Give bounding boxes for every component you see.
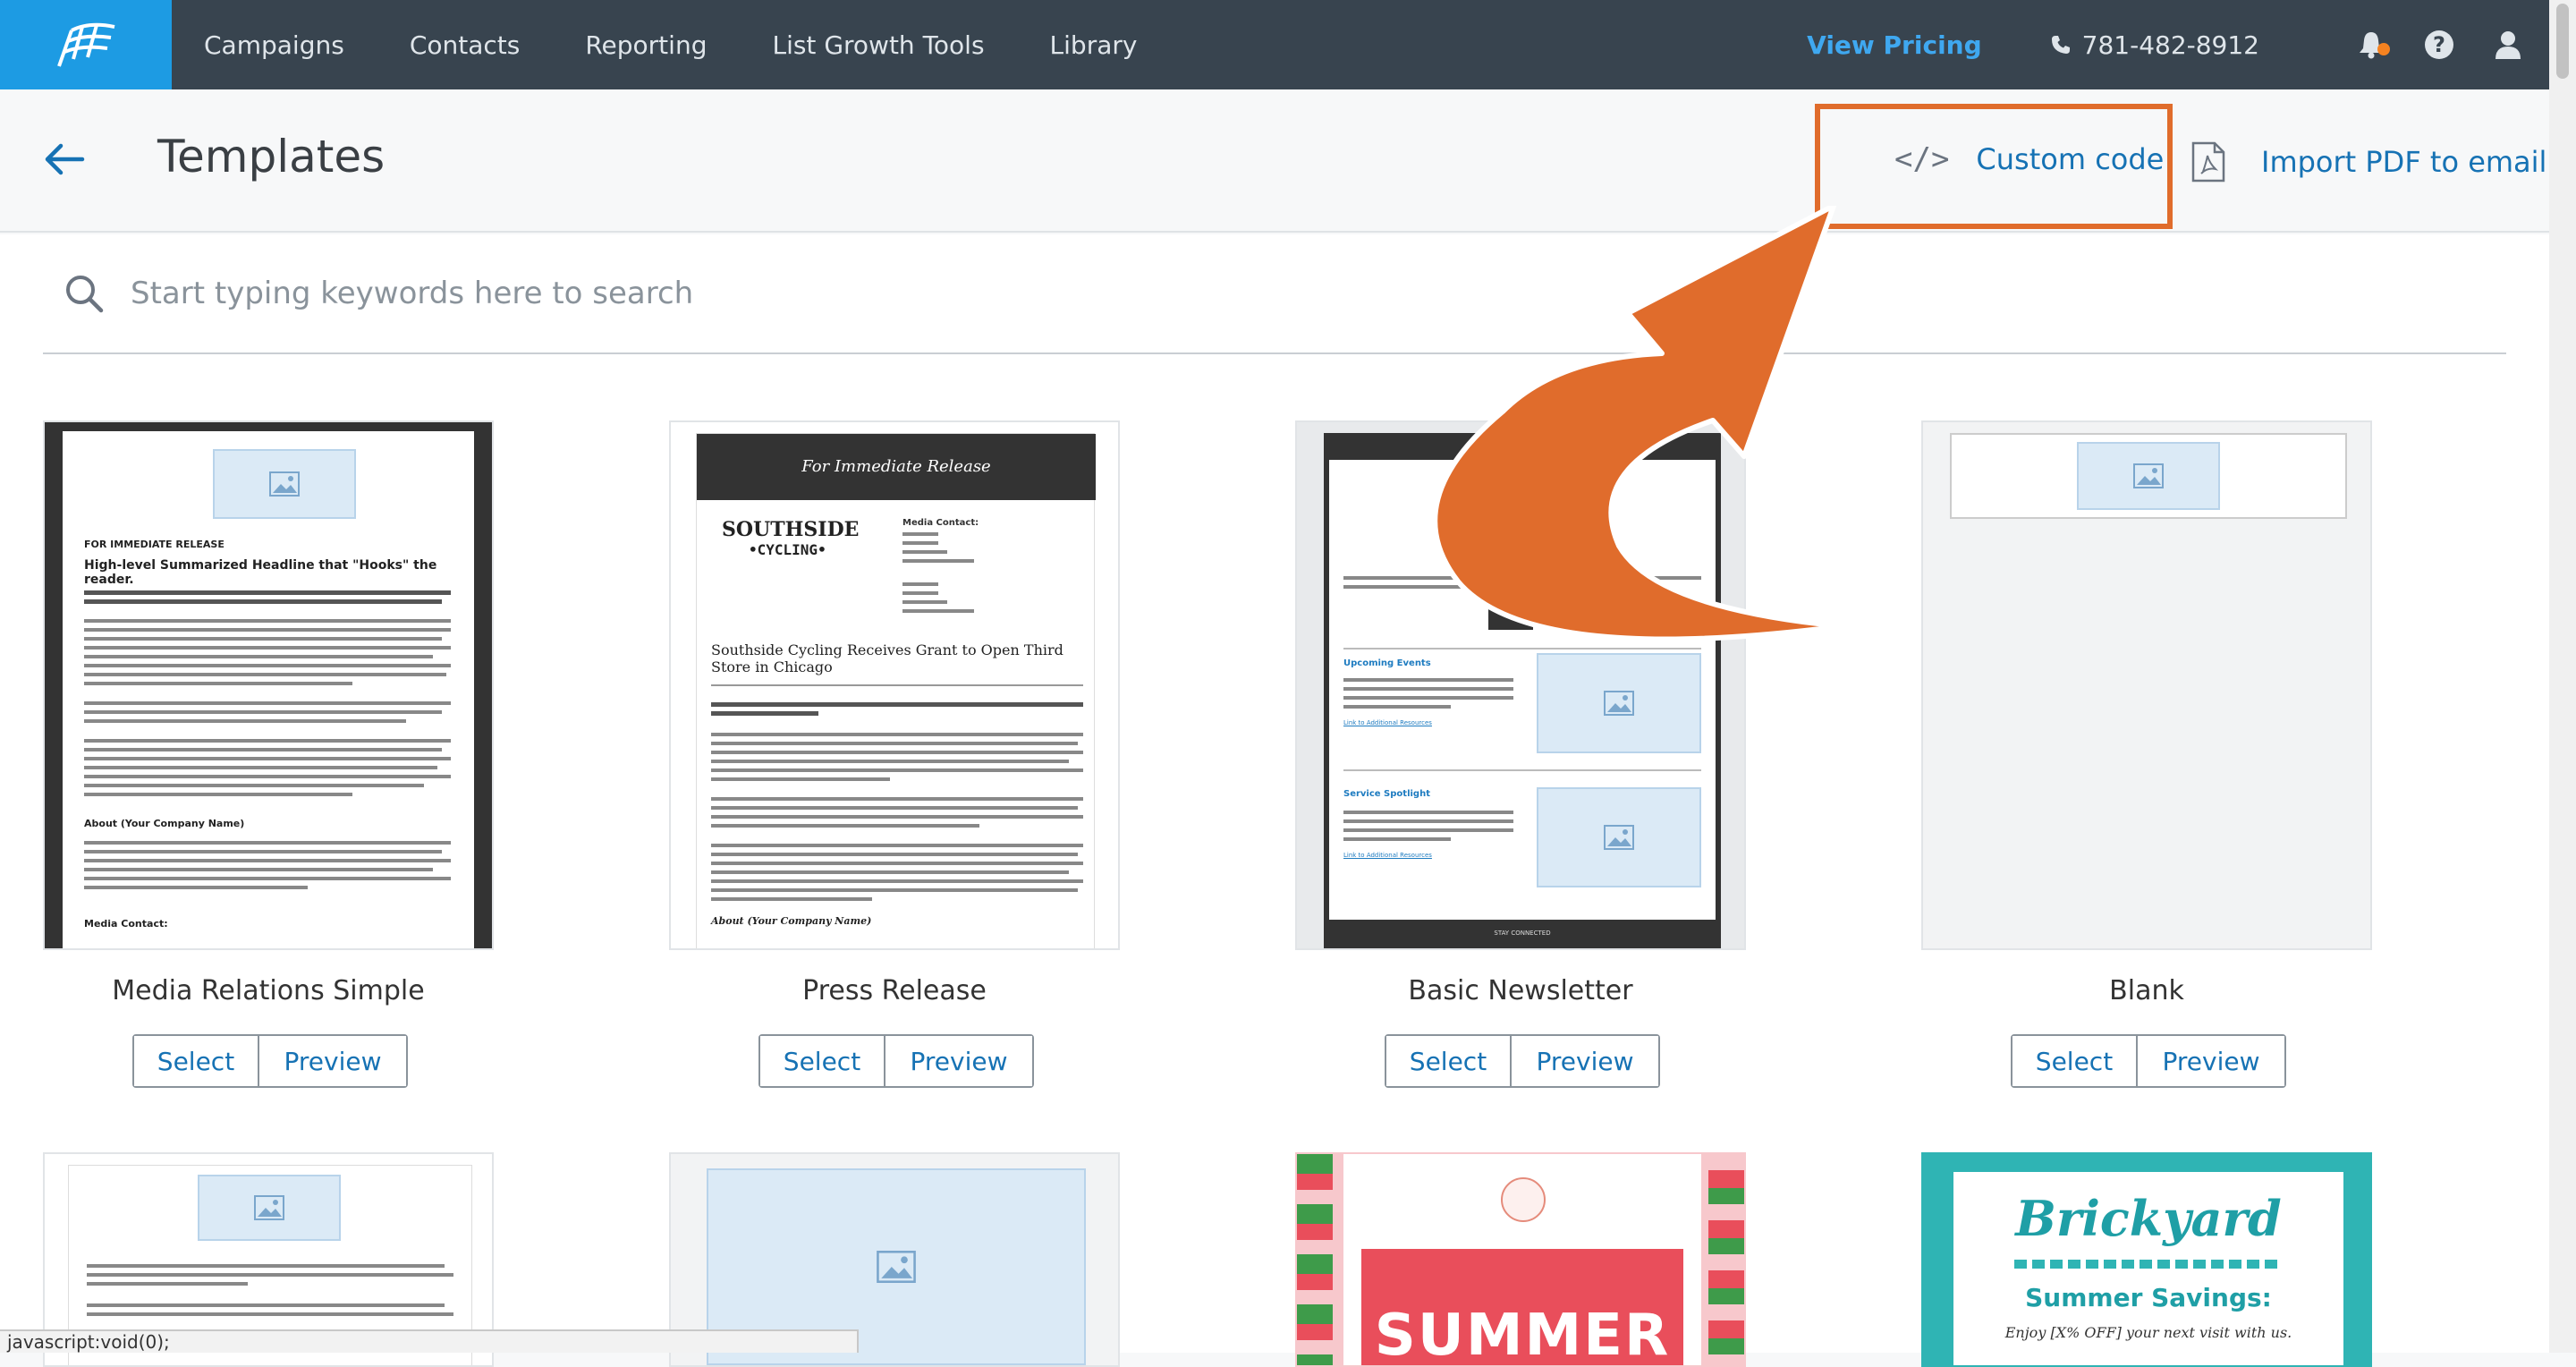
- upcoming-events-heading: Upcoming Events: [1343, 658, 1431, 668]
- phone-icon: [2051, 36, 2070, 54]
- scrollbar-thumb[interactable]: [2556, 4, 2569, 79]
- template-card-blank: Blank Select Preview: [1921, 420, 2372, 1100]
- select-button[interactable]: Select: [760, 1036, 886, 1086]
- service-spotlight-heading: Service Spotlight: [1343, 789, 1430, 799]
- svg-text:?: ?: [2433, 32, 2445, 57]
- template-actions: Select Preview: [758, 1034, 1034, 1088]
- image-placeholder-icon: [1537, 787, 1701, 887]
- back-button[interactable]: [43, 141, 86, 181]
- template-thumbnail[interactable]: FOR IMMEDIATE RELEASE High-level Summari…: [43, 420, 494, 950]
- nav-contacts[interactable]: Contacts: [410, 30, 521, 60]
- image-placeholder-icon: [213, 449, 356, 519]
- template-name: Basic Newsletter: [1408, 975, 1633, 1006]
- summer-badge-icon: [1501, 1177, 1546, 1222]
- nav-reporting[interactable]: Reporting: [585, 30, 707, 60]
- notification-dot: [2377, 43, 2390, 55]
- account-button[interactable]: [2494, 30, 2522, 60]
- brickyard-subtitle: Enjoy [X% OFF] your next visit with us.: [2004, 1324, 2292, 1341]
- nav-campaigns[interactable]: Campaigns: [204, 30, 344, 60]
- arrow-left-icon: [45, 143, 85, 175]
- resources-link: Link to Additional Resources: [1343, 852, 1432, 859]
- browser-status-bar: javascript:void(0);: [0, 1329, 859, 1353]
- help-button[interactable]: ?: [2424, 30, 2454, 60]
- press-brand-name: SOUTHSIDE: [722, 518, 860, 541]
- brickyard-title: Summer Savings:: [2025, 1283, 2272, 1312]
- top-navigation: Campaigns Contacts Reporting List Growth…: [0, 0, 2576, 89]
- resources-link: Link to Additional Resources: [1343, 719, 1432, 726]
- notifications-button[interactable]: [2358, 30, 2390, 59]
- custom-code-label: Custom code: [1976, 142, 2165, 176]
- flag-logo-icon: [57, 22, 115, 67]
- page-header: Templates </> Custom code Import PDF to …: [0, 89, 2549, 233]
- template-actions: Select Preview: [2011, 1034, 2286, 1088]
- about-heading: About (Your Company Name): [84, 818, 245, 829]
- stay-connected-text: STAY CONNECTED: [1494, 930, 1551, 937]
- import-pdf-button[interactable]: Import PDF to email: [2191, 141, 2546, 183]
- summer-word: SUMMER: [1374, 1303, 1671, 1367]
- nav-utilities: View Pricing 781-482-8912 ?: [1807, 0, 2522, 89]
- preview-button[interactable]: Preview: [259, 1036, 406, 1086]
- template-thumbnail[interactable]: SUMMER: [1295, 1152, 1746, 1367]
- headline-text: High-level Summarized Headline that "Hoo…: [84, 558, 437, 587]
- brand-logo[interactable]: [0, 0, 172, 89]
- user-icon: [2496, 31, 2521, 59]
- image-placeholder-icon: [2077, 442, 2220, 510]
- template-name: Press Release: [802, 975, 987, 1006]
- press-about-heading: About (Your Company Name): [711, 915, 872, 927]
- select-button[interactable]: Select: [1386, 1036, 1512, 1086]
- template-name: Media Relations Simple: [112, 975, 425, 1006]
- nav-library[interactable]: Library: [1050, 30, 1138, 60]
- template-card-brickyard: Brickyard Summer Savings: Enjoy [X% OFF]…: [1921, 1152, 2372, 1367]
- press-contact-heading: Media Contact:: [902, 518, 979, 528]
- press-headline: Southside Cycling Receives Grant to Open…: [711, 641, 1063, 675]
- release-label: FOR IMMEDIATE RELEASE: [84, 539, 225, 550]
- main-menu: Campaigns Contacts Reporting List Growth…: [204, 30, 1202, 60]
- annotation-arrow-icon: [1432, 206, 1845, 642]
- nav-list-growth-tools[interactable]: List Growth Tools: [772, 30, 984, 60]
- custom-code-button[interactable]: </> Custom code: [1894, 141, 2164, 177]
- phone-number-text: 781-482-8912: [2081, 30, 2259, 60]
- template-thumbnail[interactable]: Brickyard Summer Savings: Enjoy [X% OFF]…: [1921, 1152, 2372, 1367]
- preview-button[interactable]: Preview: [1512, 1036, 1658, 1086]
- page-scrollbar[interactable]: [2549, 0, 2576, 1353]
- preview-button[interactable]: Preview: [2138, 1036, 2284, 1086]
- brickyard-logo: Brickyard: [2015, 1190, 2282, 1247]
- help-icon: ?: [2425, 30, 2453, 59]
- media-contact-heading: Media Contact:: [84, 918, 168, 930]
- template-card-press-release: For Immediate Release SOUTHSIDE •CYCLING…: [669, 420, 1120, 1100]
- search-bar: [43, 234, 2506, 354]
- template-thumbnail[interactable]: [1921, 420, 2372, 950]
- select-button[interactable]: Select: [2012, 1036, 2138, 1086]
- template-actions: Select Preview: [1385, 1034, 1660, 1088]
- search-icon: [66, 276, 104, 313]
- template-card-summer: SUMMER: [1295, 1152, 1746, 1367]
- select-button[interactable]: Select: [134, 1036, 259, 1086]
- page-title: Templates: [157, 131, 386, 183]
- phone-number[interactable]: 781-482-8912: [2050, 30, 2259, 60]
- search-input[interactable]: [129, 275, 2365, 312]
- template-card-media-relations-simple: FOR IMMEDIATE RELEASE High-level Summari…: [43, 420, 494, 1100]
- template-card-letter: [43, 1152, 494, 1367]
- template-actions: Select Preview: [132, 1034, 408, 1088]
- pdf-file-icon: [2191, 141, 2225, 183]
- press-banner: For Immediate Release: [697, 434, 1096, 500]
- press-brand-sub: •CYCLING•: [749, 541, 826, 558]
- view-pricing-link[interactable]: View Pricing: [1807, 30, 1981, 60]
- templates-gallery: FOR IMMEDIATE RELEASE High-level Summari…: [0, 234, 2549, 1367]
- image-placeholder-icon: [198, 1175, 341, 1241]
- template-card-image: [669, 1152, 1120, 1367]
- import-pdf-label: Import PDF to email: [2261, 145, 2547, 179]
- template-name: Blank: [2109, 975, 2184, 1006]
- preview-button[interactable]: Preview: [886, 1036, 1032, 1086]
- template-thumbnail[interactable]: For Immediate Release SOUTHSIDE •CYCLING…: [669, 420, 1120, 950]
- code-icon: </>: [1894, 141, 1950, 177]
